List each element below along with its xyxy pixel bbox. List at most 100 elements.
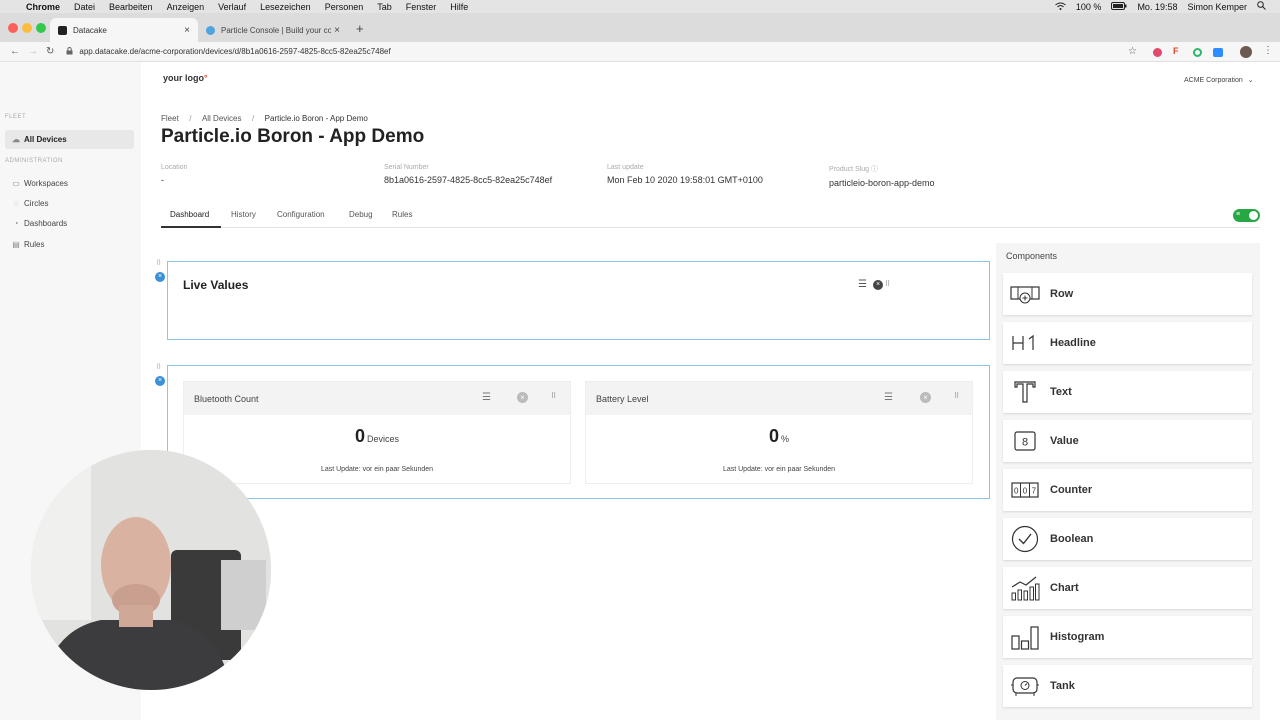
breadcrumb-all-devices[interactable]: All Devices — [202, 114, 242, 123]
sidebar-item-circles[interactable]: ◌ Circles — [5, 194, 134, 213]
tab-dashboard[interactable]: Dashboard — [170, 210, 209, 219]
datacake-favicon-icon — [58, 25, 67, 35]
presenter-video-image — [31, 450, 271, 690]
widget-drag-icon[interactable]: ⠿ — [551, 392, 556, 400]
close-tab-icon[interactable]: × — [334, 25, 340, 36]
lock-icon[interactable] — [66, 46, 73, 57]
organization-switcher[interactable]: ACME Corporation ⌄ — [1184, 76, 1254, 84]
extension-grammarly-icon[interactable] — [1193, 48, 1202, 57]
row-icon — [1010, 280, 1040, 308]
address-bar-url[interactable]: app.datacake.de/acme-corporation/devices… — [79, 47, 390, 56]
wifi-icon[interactable] — [1055, 2, 1066, 12]
component-label: Chart — [1050, 582, 1079, 594]
sidebar-item-all-devices[interactable]: ☁ All Devices — [5, 130, 134, 149]
tab-history[interactable]: History — [231, 210, 256, 219]
menu-fenster[interactable]: Fenster — [406, 2, 437, 12]
particle-favicon-icon — [206, 25, 215, 35]
component-histogram[interactable]: Histogram — [1003, 616, 1252, 658]
window-close-button[interactable] — [8, 23, 18, 33]
widget-remove-icon[interactable]: × — [517, 392, 528, 403]
browser-tab-particle[interactable]: Particle Console | Build your con × — [198, 18, 348, 42]
menu-app-name[interactable]: Chrome — [26, 2, 60, 12]
meta-serial-number: Serial Number 8b1a0616-2597-4825-8cc5-82… — [384, 164, 552, 185]
profile-avatar[interactable] — [1240, 46, 1252, 58]
menu-anzeigen[interactable]: Anzeigen — [167, 2, 205, 12]
menu-verlauf[interactable]: Verlauf — [218, 2, 246, 12]
reload-icon[interactable]: ↻ — [46, 46, 54, 57]
menubar-clock[interactable]: Mo. 19:58 — [1137, 2, 1177, 12]
cloud-icon: ☁ — [12, 135, 20, 144]
window-minimize-button[interactable] — [22, 23, 32, 33]
meta-last-update: Last update Mon Feb 10 2020 19:58:01 GMT… — [607, 164, 763, 185]
widget-drag-icon[interactable]: ⠿ — [954, 392, 959, 400]
extension-f-icon[interactable]: F — [1173, 46, 1179, 56]
rules-icon: ▤ — [12, 240, 20, 249]
component-boolean[interactable]: Boolean — [1003, 518, 1252, 560]
menu-hilfe[interactable]: Hilfe — [450, 2, 468, 12]
back-arrow-icon[interactable]: ← — [10, 46, 20, 57]
organization-name: ACME Corporation — [1184, 77, 1243, 84]
menu-lesezeichen[interactable]: Lesezeichen — [260, 2, 311, 12]
widget-settings-icon[interactable]: ☰ — [858, 279, 867, 290]
sidebar-item-label: All Devices — [24, 135, 67, 144]
row-remove-icon[interactable]: × — [155, 376, 165, 386]
dashboard-row: Live Values ☰ × ⠿ — [167, 261, 990, 340]
sidebar-item-dashboards[interactable]: ◔ Dashboards — [5, 214, 134, 233]
component-tank[interactable]: Tank — [1003, 665, 1252, 707]
sidebar-item-workspaces[interactable]: ▭ Workspaces — [5, 174, 134, 193]
forward-arrow-icon[interactable]: → — [28, 46, 38, 57]
row-remove-icon[interactable]: × — [155, 272, 165, 282]
tab-rules[interactable]: Rules — [392, 210, 412, 219]
widget-drag-icon[interactable]: ⠿ — [885, 280, 890, 288]
histogram-icon — [1010, 623, 1040, 651]
browser-tab-strip: Datacake × Particle Console | Build your… — [0, 13, 1280, 42]
bookmark-star-icon[interactable]: ☆ — [1128, 46, 1137, 57]
window-zoom-button[interactable] — [36, 23, 46, 33]
browser-toolbar: ← → ↻ app.datacake.de/acme-corporation/d… — [0, 42, 1280, 62]
close-tab-icon[interactable]: × — [184, 25, 190, 36]
menubar-user[interactable]: Simon Kemper — [1187, 2, 1247, 12]
headline-icon — [1010, 329, 1040, 357]
component-text[interactable]: Text — [1003, 371, 1252, 413]
component-chart[interactable]: Chart — [1003, 567, 1252, 609]
sidebar-section-fleet: FLEET — [5, 114, 27, 120]
tab-active-indicator — [161, 226, 221, 228]
extension-icon[interactable] — [1153, 48, 1162, 57]
breadcrumb-fleet[interactable]: Fleet — [161, 114, 179, 123]
edit-mode-toggle[interactable]: ≡ — [1233, 209, 1260, 222]
info-icon[interactable]: ⓘ — [871, 166, 878, 173]
new-tab-icon[interactable]: + — [356, 21, 364, 36]
meta-value: Mon Feb 10 2020 19:58:01 GMT+0100 — [607, 175, 763, 185]
menu-personen[interactable]: Personen — [325, 2, 364, 12]
meta-product-slug: Product Slug ⓘ particleio-boron-app-demo — [829, 164, 935, 188]
widget-settings-icon[interactable]: ☰ — [884, 392, 893, 403]
brand-logo[interactable]: your logo° — [163, 73, 208, 83]
row-drag-handle-icon[interactable]: ⠿ — [156, 363, 161, 371]
component-label: Tank — [1050, 680, 1075, 692]
browser-tab-datacake[interactable]: Datacake × — [50, 18, 198, 42]
menu-tab[interactable]: Tab — [377, 2, 392, 12]
value-widget-bluetooth: Bluetooth Count ☰ × ⠿ 0 Devices Last Upda… — [183, 381, 571, 484]
extension-zoom-icon[interactable] — [1213, 48, 1223, 57]
row-drag-handle-icon[interactable]: ⠿ — [156, 259, 161, 267]
component-counter[interactable]: 007 Counter — [1003, 469, 1252, 511]
sidebar-section-administration: ADMINISTRATION — [5, 158, 63, 164]
component-row[interactable]: Row — [1003, 273, 1252, 315]
component-headline[interactable]: Headline — [1003, 322, 1252, 364]
component-value[interactable]: 8 Value — [1003, 420, 1252, 462]
component-label: Histogram — [1050, 631, 1105, 643]
widget-settings-icon[interactable]: ☰ — [482, 392, 491, 403]
widget-last-update: Last Update: vor ein paar Sekunden — [320, 466, 434, 473]
widget-remove-icon[interactable]: × — [920, 392, 931, 403]
battery-icon[interactable] — [1111, 1, 1127, 12]
spotlight-search-icon[interactable] — [1257, 1, 1266, 12]
tab-debug[interactable]: Debug — [349, 210, 373, 219]
menu-bearbeiten[interactable]: Bearbeiten — [109, 2, 153, 12]
sidebar-item-rules[interactable]: ▤ Rules — [5, 235, 134, 254]
browser-menu-icon[interactable]: ⋮ — [1263, 45, 1273, 56]
widget-remove-icon[interactable]: × — [873, 280, 883, 290]
tab-configuration[interactable]: Configuration — [277, 210, 325, 219]
widget-unit: % — [781, 434, 790, 444]
value-icon: 8 — [1010, 427, 1040, 455]
menu-datei[interactable]: Datei — [74, 2, 95, 12]
